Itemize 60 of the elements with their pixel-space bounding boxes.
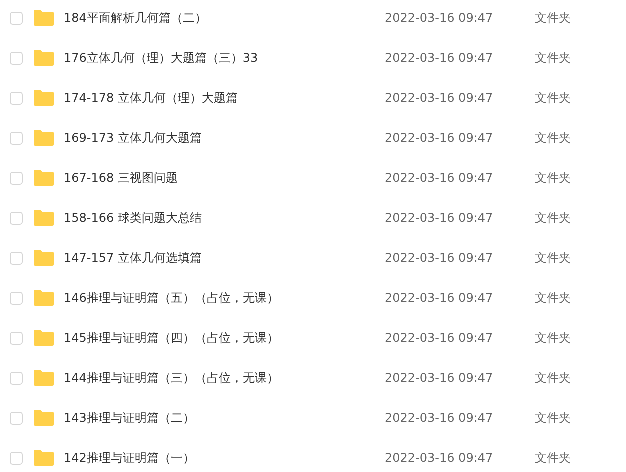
folder-icon xyxy=(34,10,54,26)
file-name[interactable]: 142推理与证明篇（一） xyxy=(64,449,384,467)
file-name[interactable]: 146推理与证明篇（五）（占位，无课） xyxy=(64,289,384,307)
modified-date: 2022-03-16 09:47 xyxy=(385,330,494,347)
modified-date: 2022-03-16 09:47 xyxy=(385,170,494,187)
modified-date: 2022-03-16 09:47 xyxy=(385,410,494,427)
modified-date: 2022-03-16 09:47 xyxy=(385,210,494,227)
file-name[interactable]: 174-178 立体几何（理）大题篇 xyxy=(64,89,384,107)
file-name[interactable]: 158-166 球类问题大总结 xyxy=(64,209,384,227)
checkbox[interactable] xyxy=(10,12,23,24)
modified-date: 2022-03-16 09:47 xyxy=(385,130,494,147)
folder-icon xyxy=(34,170,54,186)
file-type: 文件夹 xyxy=(535,370,571,387)
file-name[interactable]: 184平面解析几何篇（二） xyxy=(64,9,384,27)
folder-icon xyxy=(34,450,54,466)
file-type: 文件夹 xyxy=(535,250,571,267)
file-type: 文件夹 xyxy=(535,170,571,187)
file-name[interactable]: 167-168 三视图问题 xyxy=(64,169,384,187)
file-name[interactable]: 145推理与证明篇（四）（占位，无课） xyxy=(64,329,384,347)
checkbox[interactable] xyxy=(10,132,23,144)
folder-icon xyxy=(34,250,54,266)
checkbox[interactable] xyxy=(10,412,23,424)
modified-date: 2022-03-16 09:47 xyxy=(385,450,494,467)
file-type: 文件夹 xyxy=(535,330,571,347)
modified-date: 2022-03-16 09:47 xyxy=(385,290,494,307)
modified-date: 2022-03-16 09:47 xyxy=(385,90,494,107)
file-type: 文件夹 xyxy=(535,130,571,147)
file-type: 文件夹 xyxy=(535,10,571,27)
file-type: 文件夹 xyxy=(535,290,571,307)
modified-date: 2022-03-16 09:47 xyxy=(385,10,494,27)
modified-date: 2022-03-16 09:47 xyxy=(385,50,494,67)
file-type: 文件夹 xyxy=(535,90,571,107)
file-type: 文件夹 xyxy=(535,450,571,467)
folder-icon xyxy=(34,330,54,346)
checkbox[interactable] xyxy=(10,172,23,184)
folder-icon xyxy=(34,210,54,226)
folder-icon xyxy=(34,90,54,106)
file-type: 文件夹 xyxy=(535,210,571,227)
checkbox[interactable] xyxy=(10,212,23,224)
folder-icon xyxy=(34,410,54,426)
modified-date: 2022-03-16 09:47 xyxy=(385,370,494,387)
checkbox[interactable] xyxy=(10,52,23,64)
file-type: 文件夹 xyxy=(535,410,571,427)
file-name[interactable]: 143推理与证明篇（二） xyxy=(64,409,384,427)
checkbox[interactable] xyxy=(10,252,23,264)
checkbox[interactable] xyxy=(10,372,23,384)
file-type: 文件夹 xyxy=(535,50,571,67)
folder-icon xyxy=(34,130,54,146)
folder-icon xyxy=(34,50,54,66)
modified-date: 2022-03-16 09:47 xyxy=(385,250,494,267)
file-name[interactable]: 169-173 立体几何大题篇 xyxy=(64,129,384,147)
checkbox[interactable] xyxy=(10,92,23,104)
file-name[interactable]: 176立体几何（理）大题篇（三）33 xyxy=(64,49,384,67)
checkbox[interactable] xyxy=(10,332,23,344)
file-name[interactable]: 147-157 立体几何选填篇 xyxy=(64,249,384,267)
checkbox[interactable] xyxy=(10,452,23,464)
file-name[interactable]: 144推理与证明篇（三）（占位，无课） xyxy=(64,369,384,387)
folder-icon xyxy=(34,290,54,306)
checkbox[interactable] xyxy=(10,292,23,304)
folder-icon xyxy=(34,370,54,386)
